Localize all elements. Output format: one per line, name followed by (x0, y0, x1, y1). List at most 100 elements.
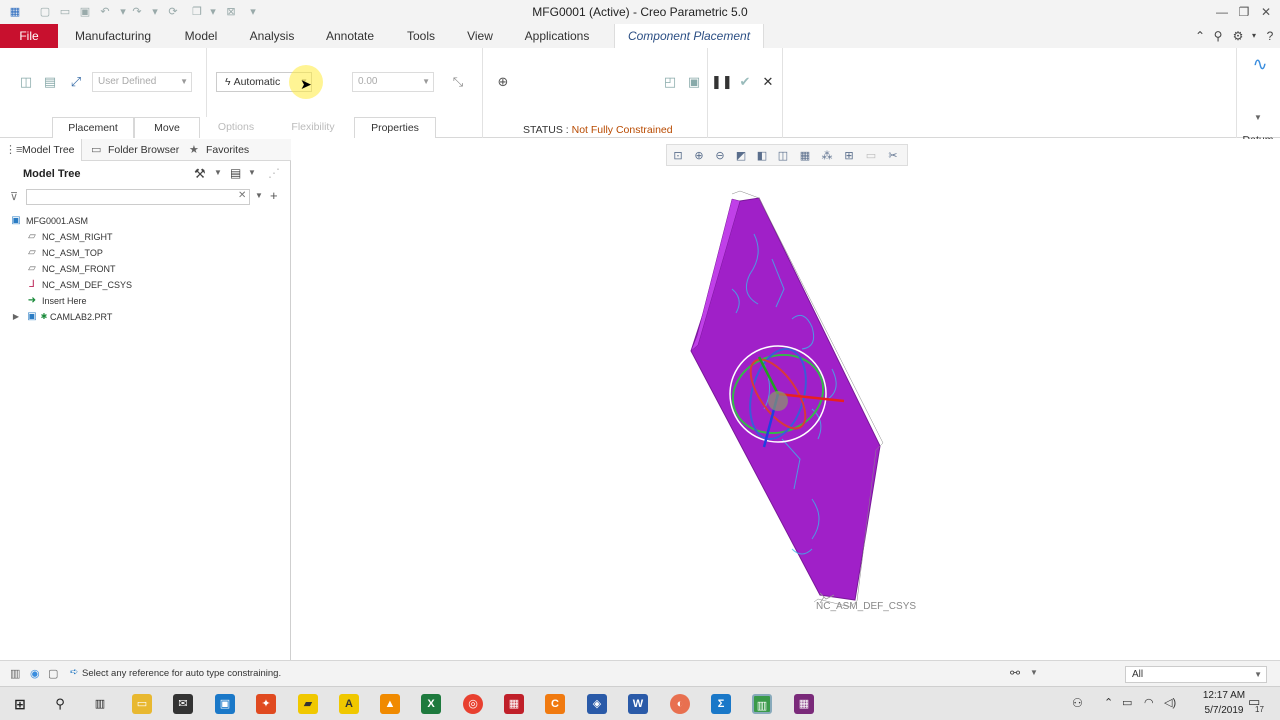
volume-icon[interactable]: ◁) (1164, 696, 1176, 709)
tree-item-camlab2-prt[interactable]: ▶ ▣ ✱ CAMLAB2.PRT (0, 309, 291, 325)
subtab-options: Options (200, 117, 272, 138)
minimize-ribbon-icon[interactable]: ⌃ (1192, 28, 1208, 44)
find-binoculars-icon[interactable]: ⚯ (1010, 666, 1020, 680)
constraint-set-combo[interactable]: User Defined ▼ (92, 72, 192, 92)
store-icon[interactable]: ▣ (215, 694, 235, 714)
datum-dropdown-icon[interactable]: ▼ (1248, 108, 1268, 128)
search-icon[interactable]: ⚲ (1210, 28, 1226, 44)
folder-icon: ▭ (91, 144, 102, 156)
tab-applications[interactable]: Applications (518, 24, 596, 48)
tree-item-nc-asm-def-csys[interactable]: ⅃ NC_ASM_DEF_CSYS (0, 277, 291, 293)
subtab-move[interactable]: Move (134, 117, 200, 138)
pause-icon[interactable]: ❚❚ (711, 72, 733, 92)
flip-constraint-icon[interactable]: ⤡ (448, 72, 468, 92)
task-view-icon[interactable]: ▥ (90, 694, 110, 714)
app-icon-3[interactable]: ▦ (504, 694, 524, 714)
fullscreen-icon[interactable]: ▢ (48, 667, 58, 680)
tab-model-tree[interactable]: ⋮≡ Model Tree (0, 139, 82, 161)
connection-type-icon[interactable]: ⤢ (66, 72, 86, 92)
status-value: Not Fully Constrained (571, 124, 673, 136)
creo-taskbar-icon[interactable]: ▥ (752, 694, 772, 714)
title-bar: ▦ ▢ ▭ ▣ ↶ ▾ ↷ ▾ ⟳ ❐ ▾ ⊠ ▾ MFG0001 (Activ… (0, 0, 1280, 24)
wifi-icon[interactable]: ◠ (1144, 696, 1154, 709)
windows-start-icon[interactable]: ⊞ (10, 694, 30, 714)
search-options-dropdown-icon[interactable]: ▼ (255, 191, 263, 200)
group-divider (782, 48, 783, 138)
tab-file[interactable]: File (0, 24, 58, 48)
tree-item-label: NC_ASM_TOP (42, 248, 103, 258)
dragger-center[interactable] (768, 391, 788, 411)
tree-settings-icon[interactable]: ⚒ (194, 166, 206, 182)
expand-arrow-icon[interactable]: ▶ (10, 309, 22, 325)
help-icon[interactable]: ? (1262, 28, 1278, 44)
selection-filter-combo[interactable]: All ▼ (1125, 666, 1267, 683)
battery-icon[interactable]: ▭ (1122, 696, 1132, 709)
subtab-placement[interactable]: Placement (52, 117, 134, 138)
tree-item-nc-asm-right[interactable]: ▱ NC_ASM_RIGHT (0, 229, 291, 245)
clear-search-icon[interactable]: ✕ (238, 190, 246, 201)
tree-item-nc-asm-front[interactable]: ▱ NC_ASM_FRONT (0, 261, 291, 277)
app-icon-4[interactable]: C (545, 694, 565, 714)
tree-item-nc-asm-top[interactable]: ▱ NC_ASM_TOP (0, 245, 291, 261)
app-icon-1[interactable]: ✦ (256, 694, 276, 714)
browser-toggle-icon[interactable]: ◉ (30, 667, 40, 680)
model-tree-header: Model Tree ⚒ ▼ ▤ ▼ ⋰ (0, 163, 291, 185)
settings-dropdown-icon[interactable]: ▾ (1246, 28, 1262, 44)
cancel-x-icon[interactable]: ✕ (758, 72, 778, 92)
tab-annotate[interactable]: Annotate (318, 24, 382, 48)
show-hidden-icons-icon[interactable]: ⌃ (1104, 696, 1113, 709)
tab-folder-browser[interactable]: ▭ Folder Browser (86, 139, 180, 161)
filter-funnel-icon: ⊽ (10, 191, 19, 203)
app-icon-6[interactable]: ◐ (670, 694, 690, 714)
tree-filter-icon[interactable]: ⋰ (268, 166, 280, 180)
tab-manufacturing[interactable]: Manufacturing (70, 24, 156, 48)
tab-component-placement[interactable]: Component Placement (614, 24, 764, 48)
file-explorer-icon[interactable]: ▭ (132, 694, 152, 714)
tree-search-input[interactable] (26, 189, 250, 205)
tree-item-insert-here[interactable]: ➜ Insert Here (0, 293, 291, 309)
tab-tools[interactable]: Tools (400, 24, 442, 48)
tab-model[interactable]: Model (176, 24, 226, 48)
confirm-check-icon[interactable]: ✔ (735, 72, 755, 92)
people-icon[interactable]: ⚇ (1072, 696, 1083, 710)
chrome-icon[interactable]: ◎ (463, 694, 483, 714)
tab-analysis[interactable]: Analysis (244, 24, 300, 48)
autocad-icon[interactable]: A (339, 694, 359, 714)
tab-label: Model Tree (22, 144, 75, 156)
use-interface-icon[interactable]: ◫ (16, 72, 36, 92)
separate-window-icon[interactable]: ◰ (660, 72, 680, 92)
vlc-icon[interactable]: ▲ (380, 694, 400, 714)
offset-value-combo[interactable]: 0.00 ▼ (352, 72, 434, 92)
settings-icon[interactable]: ⚙ (1230, 28, 1246, 44)
app-icon-2[interactable]: ▰ (298, 694, 318, 714)
search-icon[interactable]: ⚲ (50, 694, 70, 714)
show-dropdown-icon[interactable]: ▼ (248, 168, 256, 177)
excel-icon[interactable]: X (421, 694, 441, 714)
clock-time[interactable]: 12:17 AM (1196, 690, 1252, 701)
mail-icon[interactable]: ✉ (173, 694, 193, 714)
navigator-toggle-icon[interactable]: ▥ (10, 667, 20, 680)
subtab-properties[interactable]: Properties (354, 117, 436, 138)
assembly-window-icon[interactable]: ▣ (684, 72, 704, 92)
chevron-down-icon: ▼ (180, 77, 188, 86)
close-icon[interactable]: ✕ (1256, 3, 1276, 21)
placement-reference-icon[interactable]: ⊕ (493, 72, 513, 92)
minimize-icon[interactable]: — (1212, 3, 1232, 21)
datum-wave-icon[interactable]: ∿ (1248, 54, 1272, 78)
clock-date[interactable]: 5/7/2019 (1196, 705, 1252, 716)
app-icon-5[interactable]: ◈ (587, 694, 607, 714)
3d-dragger-icon[interactable]: ▤ (40, 72, 60, 92)
add-filter-icon[interactable]: + (270, 188, 278, 203)
app-icon-8[interactable]: ▦ (794, 694, 814, 714)
tree-settings-dropdown-icon[interactable]: ▼ (214, 168, 222, 177)
graphics-window[interactable]: ⊡ ⊕ ⊖ ◩ ◧ ◫ ▦ ⁂ ⊞ ▭ ✂ NC_ASM_DEF_CSYS (292, 139, 1280, 660)
tree-item-assembly[interactable]: ▣ MFG0001.ASM (0, 213, 291, 229)
find-dropdown-icon[interactable]: ▼ (1030, 668, 1038, 677)
show-columns-icon[interactable]: ▤ (230, 166, 241, 180)
constraint-type-value: Automatic (233, 76, 281, 88)
word-icon[interactable]: W (628, 694, 648, 714)
restore-icon[interactable]: ❐ (1234, 3, 1254, 21)
tab-view[interactable]: View (460, 24, 500, 48)
tab-favorites[interactable]: ★ Favorites (184, 139, 254, 161)
app-icon-7[interactable]: Σ (711, 694, 731, 714)
